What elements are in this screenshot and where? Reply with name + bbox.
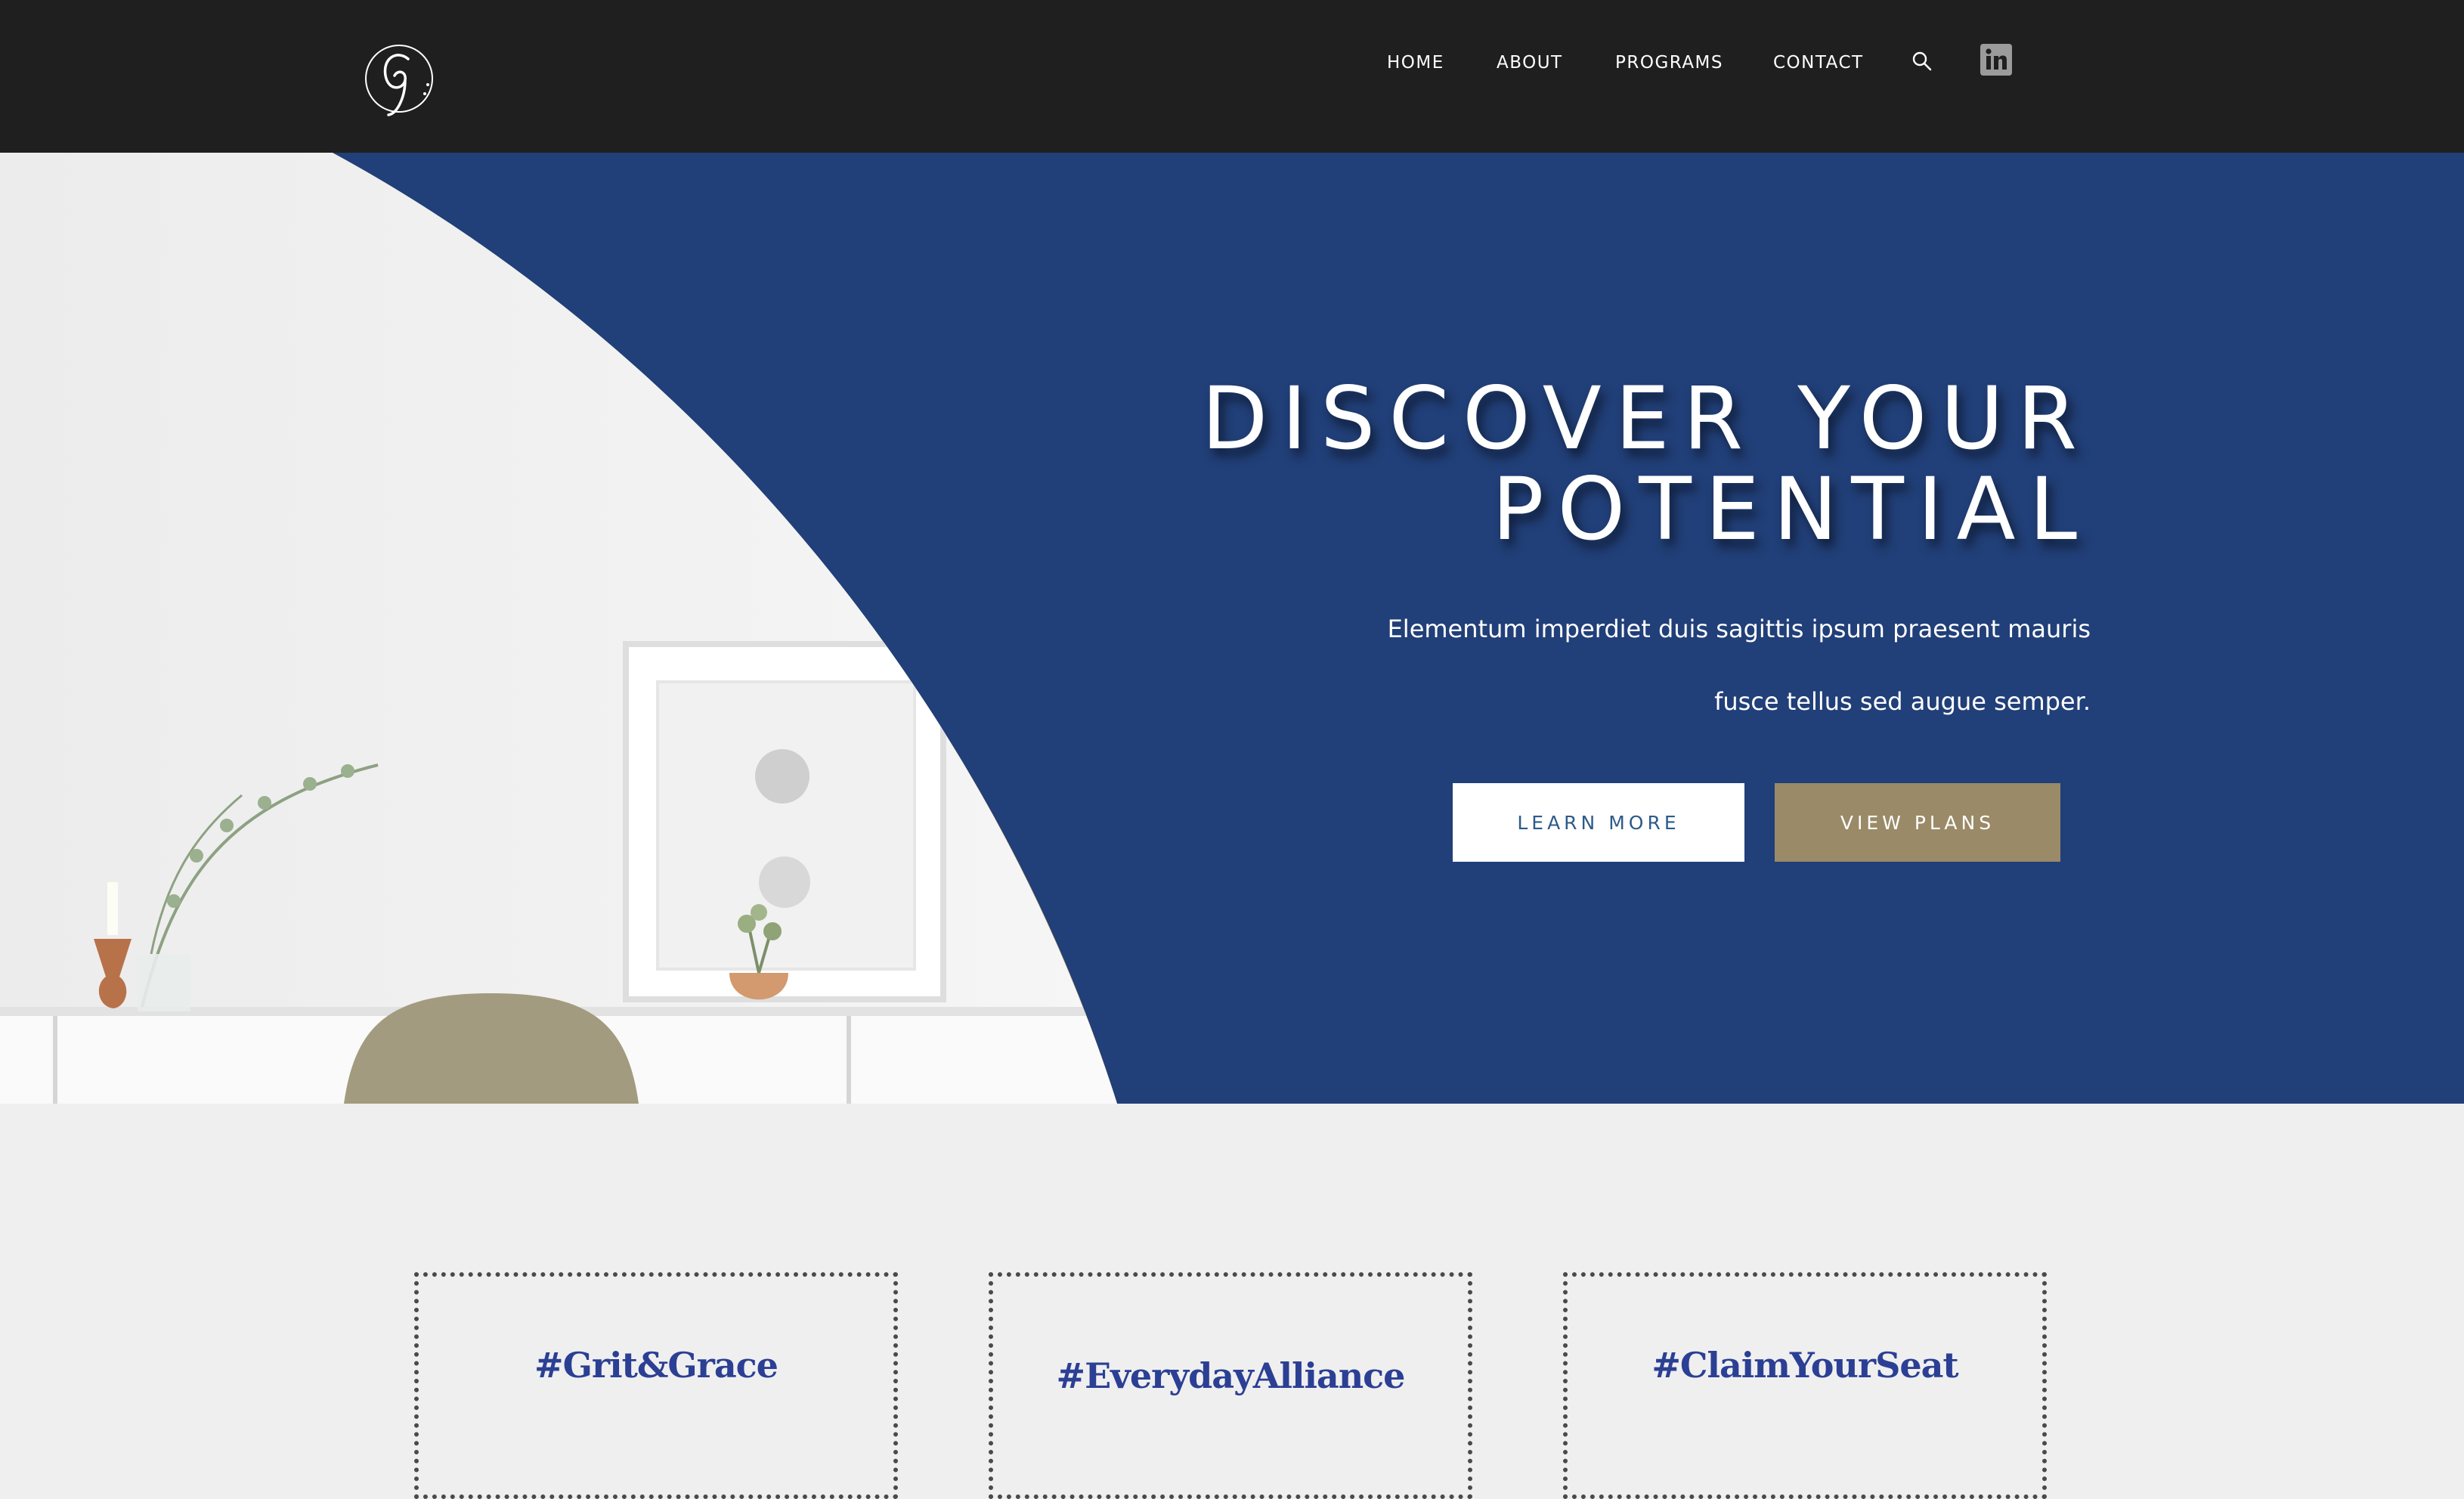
search-icon[interactable] [1911,50,1933,73]
hero-subtitle: Elementum imperdiet duis sagittis ipsum … [1184,593,2091,738]
hashtag-card-everyday-alliance[interactable]: #EverydayAlliance [989,1272,1472,1499]
hero-title: DISCOVER YOUR POTENTIAL [1202,373,2091,555]
hero-subtitle-line1: Elementum imperdiet duis sagittis ipsum … [1387,615,2091,643]
nav-programs[interactable]: PROGRAMS [1615,47,1723,79]
hero-title-line1: DISCOVER YOUR [1201,368,2091,469]
hashtag-card-grit-grace[interactable]: #Grit&Grace [414,1272,898,1499]
hero-subtitle-line2: fusce tellus sed augue semper. [1714,687,2091,716]
card-tag: #EverydayAlliance [1056,1355,1406,1396]
nav-about[interactable]: ABOUT [1497,47,1563,79]
logo[interactable] [361,36,438,125]
card-tag: #Grit&Grace [534,1345,779,1386]
nav-contact[interactable]: CONTACT [1773,47,1864,79]
learn-more-button[interactable]: LEARN MORE [1453,783,1744,862]
hashtag-card-claim-your-seat[interactable]: #ClaimYourSeat [1563,1272,2047,1499]
site-header: HOME ABOUT PROGRAMS CONTACT [0,0,2464,153]
card-tag: #ClaimYourSeat [1651,1345,1958,1386]
nav-home[interactable]: HOME [1387,47,1444,79]
hero-section: DISCOVER YOUR POTENTIAL Elementum imperd… [0,153,2464,1104]
view-plans-button[interactable]: VIEW PLANS [1775,783,2060,862]
linkedin-icon[interactable] [1980,44,2012,76]
hero-title-line2: POTENTIAL [1491,459,2091,559]
